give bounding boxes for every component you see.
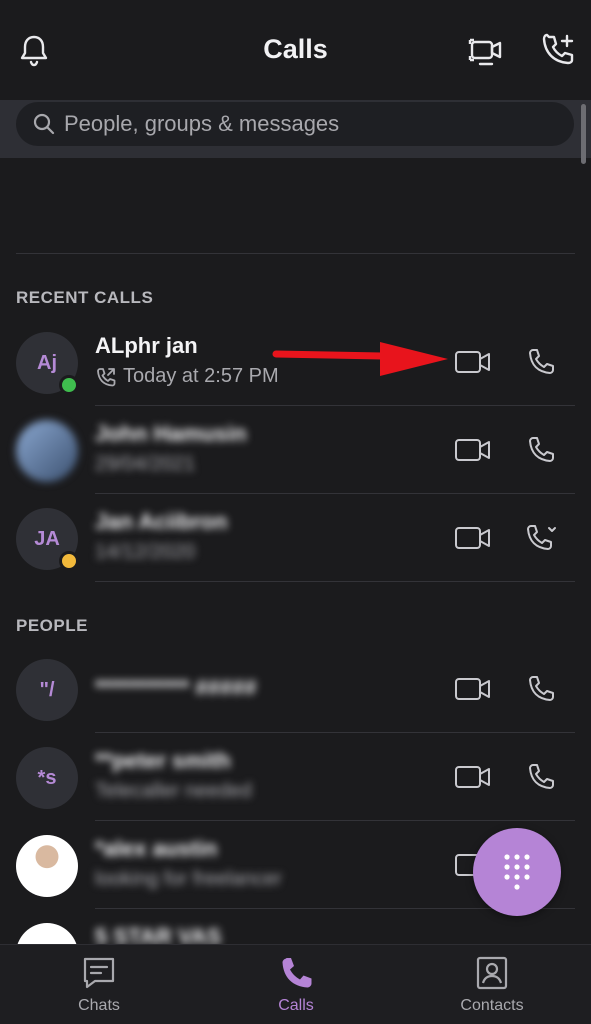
tab-label: Chats — [78, 997, 120, 1014]
video-call-button[interactable] — [453, 669, 493, 709]
tab-label: Calls — [278, 997, 314, 1014]
avatar-initials: Aj — [37, 351, 57, 374]
call-detail: 14/12/2020 — [95, 541, 195, 564]
search-icon — [22, 102, 66, 146]
phone-icon — [529, 349, 554, 374]
video-camera-icon — [455, 351, 490, 373]
online-status-badge — [59, 375, 79, 395]
video-call-button[interactable] — [453, 518, 493, 558]
call-detail: Today at 2:57 PM — [95, 365, 279, 388]
video-camera-icon — [455, 439, 490, 461]
avatar — [16, 835, 78, 897]
status-text: looking for freelancer — [95, 868, 282, 890]
people-row[interactable]: *s **peter smith Telecaller needed — [0, 733, 591, 821]
phone-icon — [529, 437, 554, 462]
contact-name: 5 STAR VAS — [95, 924, 222, 944]
phone-icon — [282, 958, 312, 988]
avatar — [16, 420, 78, 482]
tab-chats[interactable]: Chats — [39, 955, 159, 1019]
people-row[interactable]: 5 STAR VAS — [0, 909, 591, 944]
call-time: 14/12/2020 — [95, 541, 196, 563]
annotation-arrow-icon — [272, 342, 448, 376]
search-placeholder: People, groups & messages — [64, 111, 340, 136]
contacts-icon — [476, 956, 508, 990]
section-title-people: PEOPLE — [16, 616, 88, 635]
top-bar: Calls — [0, 0, 591, 100]
avatar: Aj — [16, 332, 79, 395]
people-row[interactable]: "/ *********** ##### — [0, 645, 591, 733]
row-divider — [95, 581, 575, 582]
video-call-icon[interactable] — [466, 30, 506, 70]
contact-name: *alex austin — [95, 836, 218, 861]
phone-chevron-icon — [527, 525, 556, 550]
avatar-initials: JA — [34, 527, 60, 550]
dialpad-button[interactable] — [473, 828, 561, 916]
search-input[interactable]: People, groups & messages — [16, 102, 574, 146]
phone-icon — [529, 764, 554, 789]
contact-name: **peter smith — [95, 748, 231, 773]
contact-name: John Hamusin — [95, 421, 247, 446]
recent-call-row[interactable]: John Hamusin 29/04/2021 — [0, 406, 591, 494]
voice-call-button[interactable] — [521, 342, 561, 382]
chat-bubble-icon — [83, 957, 115, 989]
divider — [16, 253, 575, 254]
status-text: Telecaller needed — [95, 780, 252, 802]
bottom-tab-bar: Chats Calls Contacts — [0, 944, 591, 1024]
contact-status: Telecaller needed — [95, 780, 252, 803]
avatar: JA — [16, 508, 79, 571]
avatar-initials: *s — [37, 766, 57, 789]
voice-call-button[interactable] — [521, 757, 561, 797]
phone-icon — [529, 676, 554, 701]
avatar-initials: "/ — [39, 678, 55, 701]
call-time: Today at 2:57 PM — [123, 365, 279, 387]
contact-status: looking for freelancer — [95, 868, 282, 891]
tab-contacts[interactable]: Contacts — [432, 955, 552, 1019]
voice-call-button[interactable] — [521, 430, 561, 470]
contact-name: ALphr jan — [95, 333, 198, 358]
video-call-button[interactable] — [453, 430, 493, 470]
contact-name: *********** ##### — [95, 675, 257, 700]
tab-label: Contacts — [460, 997, 524, 1014]
scrollbar[interactable] — [581, 104, 586, 164]
dialpad-icon — [504, 854, 530, 890]
recent-call-row[interactable]: JA Jan Aciibron 14/12/2020 — [0, 494, 591, 582]
video-camera-icon — [455, 678, 490, 700]
tab-calls[interactable]: Calls — [236, 955, 356, 1019]
video-call-button[interactable] — [453, 757, 493, 797]
avatar: *s — [16, 747, 78, 809]
call-time: 29/04/2021 — [95, 453, 196, 475]
video-camera-icon — [455, 766, 490, 788]
voice-call-button[interactable] — [521, 669, 561, 709]
video-call-button[interactable] — [453, 342, 493, 382]
video-camera-icon — [455, 527, 490, 549]
contact-name: Jan Aciibron — [95, 509, 228, 534]
add-call-icon[interactable] — [538, 30, 578, 70]
voice-call-button[interactable] — [521, 518, 561, 558]
avatar: "/ — [16, 659, 78, 721]
call-detail: 29/04/2021 — [95, 453, 195, 476]
section-title-recent: RECENT CALLS — [16, 288, 154, 307]
outgoing-call-icon — [97, 367, 116, 386]
away-status-badge — [59, 551, 79, 571]
avatar — [16, 923, 78, 944]
